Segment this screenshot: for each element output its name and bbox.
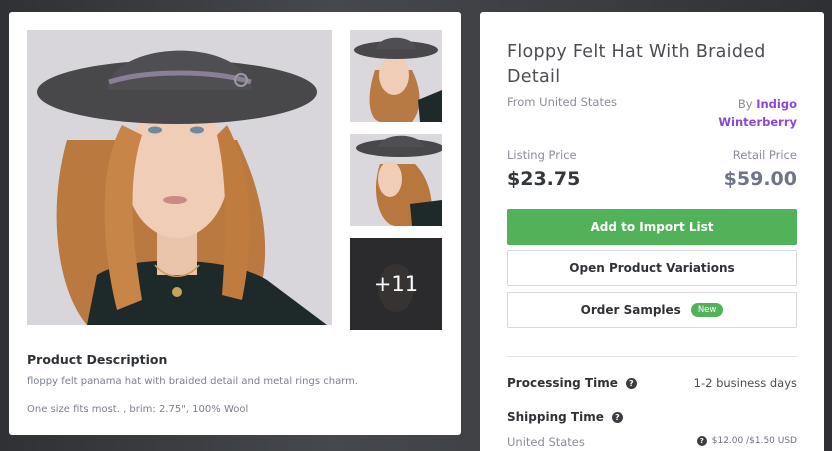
product-description-specs: One size fits most. , brim: 2.75", 100% … — [27, 404, 249, 415]
order-samples-label: Order Samples — [580, 303, 681, 317]
shipping-country: United States — [507, 435, 585, 449]
details-divider — [507, 356, 797, 357]
processing-time-text: Processing Time — [507, 376, 618, 390]
retail-price-label: Retail Price — [732, 148, 797, 162]
new-badge: New — [690, 303, 724, 317]
help-circle-icon[interactable]: ? — [611, 411, 623, 423]
product-description-text: floppy felt panama hat with braided deta… — [27, 376, 359, 387]
seller-line: By Indigo Winterberry — [677, 95, 797, 131]
product-gallery-card: +11 Product Description floppy felt pana… — [9, 12, 461, 435]
listing-price-value: $23.75 — [507, 168, 581, 190]
add-to-import-list-button[interactable]: Add to Import List — [507, 209, 797, 245]
main-product-photo[interactable] — [27, 30, 332, 325]
thumbnail-1[interactable] — [350, 30, 442, 122]
help-circle-icon[interactable]: ? — [696, 436, 707, 446]
processing-time-value: 1-2 business days — [693, 376, 797, 390]
seller-link[interactable]: Indigo Winterberry — [718, 97, 797, 129]
model-photo-illustration — [27, 30, 332, 325]
processing-time-label: Processing Time ? — [507, 376, 637, 390]
thumbnail-1-illustration — [350, 30, 442, 122]
help-circle-icon[interactable]: ? — [625, 377, 637, 389]
product-title: Floppy Felt Hat With Braided Detail — [507, 42, 766, 87]
shipping-time-text: Shipping Time — [507, 410, 604, 424]
shipping-cost: ? $12.00 /$1.50 USD — [696, 436, 797, 446]
order-samples-button[interactable]: Order Samples New — [507, 292, 797, 328]
open-product-variations-button[interactable]: Open Product Variations — [507, 250, 797, 286]
thumbnail-2[interactable] — [350, 134, 442, 226]
product-details-card: Floppy Felt Hat With Braided Detail From… — [480, 12, 824, 451]
seller-prefix: By — [737, 97, 753, 111]
shipping-time-label: Shipping Time ? — [507, 410, 623, 424]
retail-price-value: $59.00 — [723, 168, 797, 190]
more-images-count: +11 — [350, 238, 442, 330]
thumbnail-more[interactable]: +11 — [350, 238, 442, 330]
listing-price-label: Listing Price — [507, 148, 577, 162]
product-description-heading: Product Description — [27, 352, 168, 367]
product-origin: From United States — [507, 95, 618, 109]
shipping-cost-value: $12.00 /$1.50 USD — [711, 436, 797, 446]
thumbnail-2-illustration — [350, 134, 442, 226]
